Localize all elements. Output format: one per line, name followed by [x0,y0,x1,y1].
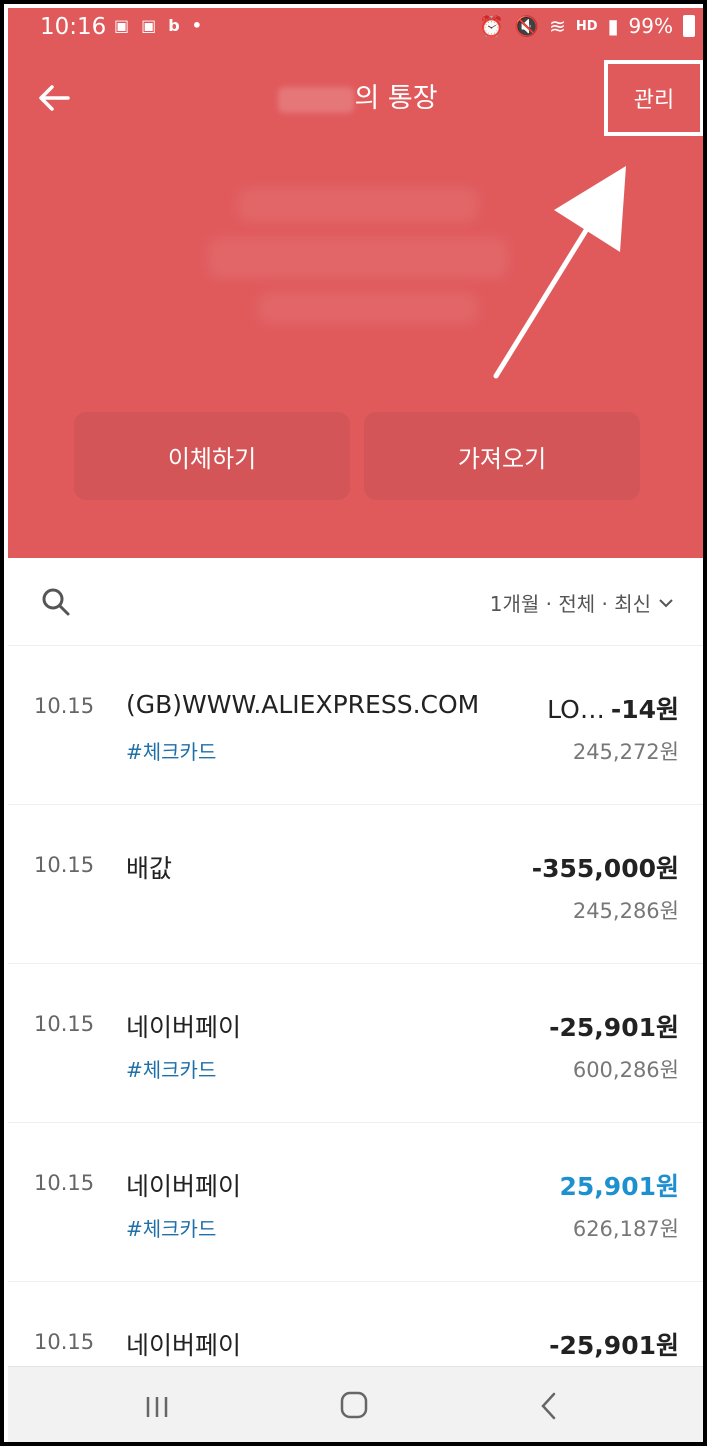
transaction-amount: -25,901원 [549,1331,679,1360]
transaction-merchant: 네이버페이 [126,1172,242,1201]
transaction-row[interactable]: 10.15 네이버페이 #체크카드 -25,901원 600,286원 [8,964,703,1123]
transaction-date: 10.15 [34,1171,95,1195]
gallery-icon: ▣ [114,16,130,35]
transaction-row[interactable]: 10.15 배값 -355,000원 245,286원 [8,805,703,964]
app-a-icon: ▣ [141,16,157,35]
mute-icon: 🔇 [514,14,540,38]
transfer-button[interactable]: 이체하기 [74,412,350,500]
account-header: 10:16 ▣ ▣ b • ⏰ 🔇 ≋ HD ▮ 99% 의 통장 관리 이체하… [8,8,703,558]
hd-voice-icon: HD [575,18,598,34]
transaction-date: 10.15 [34,694,95,718]
transaction-date: 10.15 [34,1012,95,1036]
status-time: 10:16 [40,14,107,40]
annotation-arrow [493,166,626,379]
transaction-date: 10.15 [34,853,95,877]
screen-frame: 10:16 ▣ ▣ b • ⏰ 🔇 ≋ HD ▮ 99% 의 통장 관리 이체하… [0,0,707,1446]
transaction-balance: 245,272원 [572,740,679,764]
back-arrow-icon[interactable] [34,78,74,118]
transaction-tag: #체크카드 [126,1217,217,1241]
transfer-label: 이체하기 [167,444,257,473]
battery-text: 99% [628,14,673,38]
search-icon[interactable] [40,586,72,618]
nav-back-icon[interactable] [538,1391,558,1421]
transaction-amount: 25,901원 [559,1172,679,1201]
transaction-amount: LO… -14원 [547,690,679,726]
transaction-balance: 600,286원 [572,1058,679,1082]
transaction-merchant: (GB)WWW.ALIEXPRESS.COM [126,690,480,719]
transaction-balance: 245,286원 [572,899,679,923]
system-nav-bar [8,1366,703,1442]
status-bar: 10:16 ▣ ▣ b • ⏰ 🔇 ≋ HD ▮ 99% [8,8,703,50]
transaction-list: 10.15 (GB)WWW.ALIEXPRESS.COM #체크카드 LO… -1… [8,646,703,1441]
home-icon[interactable] [340,1391,368,1419]
battery-icon [683,15,695,37]
dot-icon: • [191,16,202,35]
recent-apps-icon[interactable] [144,1395,170,1419]
import-button[interactable]: 가져오기 [364,412,640,500]
transaction-merchant: 네이버페이 [126,1013,242,1042]
notification-icons: ▣ ▣ b • [114,16,202,35]
filter-label: 1개월 · 전체 · 최신 [489,592,651,616]
transaction-tag: #체크카드 [126,1058,217,1082]
filter-row: 1개월 · 전체 · 최신 [8,558,703,646]
amount-prefix: LO… [547,695,605,724]
wifi-icon: ≋ [549,14,566,38]
transaction-row[interactable]: 10.15 네이버페이 #체크카드 25,901원 626,187원 [8,1123,703,1282]
app-screen: 10:16 ▣ ▣ b • ⏰ 🔇 ≋ HD ▮ 99% 의 통장 관리 이체하… [8,8,703,1442]
filter-dropdown[interactable]: 1개월 · 전체 · 최신 [490,588,673,617]
alarm-icon: ⏰ [479,14,505,38]
transaction-balance: 626,187원 [572,1217,679,1241]
page-title-suffix: 의 통장 [354,83,438,114]
transaction-amount: -355,000원 [531,854,679,883]
redacted-name [278,86,355,113]
signal-icon: ▮ [607,14,619,38]
transaction-row[interactable]: 10.15 (GB)WWW.ALIEXPRESS.COM #체크카드 LO… -1… [8,646,703,805]
amount-value: -14원 [610,695,679,724]
manage-button[interactable]: 관리 [604,60,703,136]
manage-label: 관리 [633,88,675,113]
transaction-amount: -25,901원 [549,1013,679,1042]
transaction-merchant: 배값 [126,854,173,883]
system-icons: ⏰ 🔇 ≋ HD ▮ 99% [479,14,695,38]
transaction-merchant: 네이버페이 [126,1331,242,1360]
app-b-icon: b [168,16,180,35]
chevron-down-icon [659,598,673,607]
page-title: 의 통장 [238,76,478,115]
transaction-date: 10.15 [34,1330,95,1354]
import-label: 가져오기 [457,444,547,473]
transaction-tag: #체크카드 [126,740,217,764]
